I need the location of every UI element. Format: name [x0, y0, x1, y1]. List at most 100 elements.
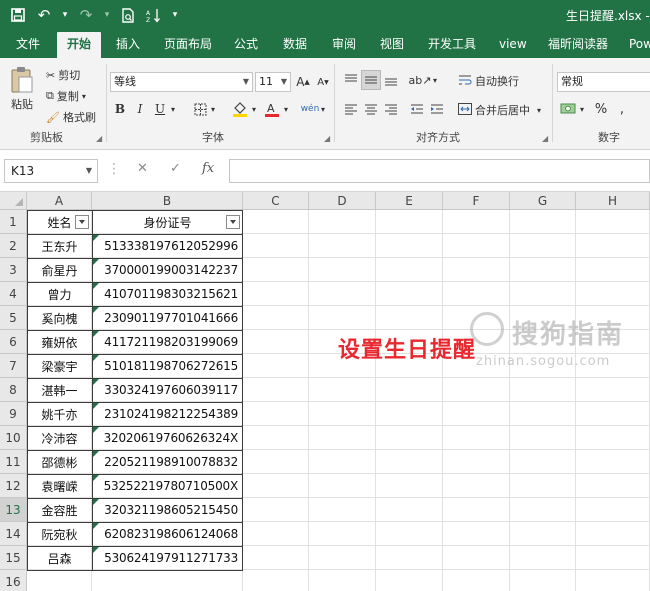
name-cell[interactable]: 王东升 [27, 234, 92, 258]
merge-dropdown-icon[interactable]: ▾ [537, 106, 541, 115]
column-header-d[interactable]: D [309, 192, 376, 210]
tab-page-layout[interactable]: 页面布局 [164, 30, 212, 58]
id-number-cell[interactable]: 231024198212254389 [92, 402, 243, 426]
clipboard-launcher-icon[interactable]: ◢ [96, 134, 102, 143]
undo-dropdown-icon[interactable]: ▾ [60, 5, 70, 25]
id-number-cell[interactable]: 530624197911271733 [92, 546, 243, 570]
tab-developer[interactable]: 开发工具 [428, 30, 476, 58]
percent-button[interactable]: % [591, 99, 611, 119]
name-cell[interactable]: 梁豪宇 [27, 354, 92, 378]
table-header-cell[interactable]: 身份证号 [92, 210, 243, 234]
id-number-cell[interactable]: 220521198910078832 [92, 450, 243, 474]
id-number-cell[interactable]: 510181198706272615 [92, 354, 243, 378]
tab-home[interactable]: 开始 [57, 32, 102, 58]
row-header-7[interactable]: 7 [0, 354, 27, 378]
copy-button[interactable]: ⧉ 复制 ▾ [46, 88, 86, 104]
select-all-corner[interactable] [0, 192, 27, 210]
alignment-launcher-icon[interactable]: ◢ [542, 134, 548, 143]
column-header-b[interactable]: B [92, 192, 243, 210]
tab-data[interactable]: 数据 [283, 30, 307, 58]
row-header-13[interactable]: 13 [0, 498, 27, 522]
orientation-dropdown-icon[interactable]: ▾ [430, 70, 440, 90]
bold-button[interactable]: B [110, 99, 130, 119]
worksheet-grid[interactable]: A B C D E F G H 1 2 3 4 5 6 7 8 9 10 11 12 13 14 15 16 姓名 身份证号 王东升… [0, 192, 650, 591]
column-header-c[interactable]: C [243, 192, 309, 210]
id-number-cell[interactable]: 620823198606124068 [92, 522, 243, 546]
italic-button[interactable]: I [130, 99, 150, 119]
filter-dropdown-icon[interactable] [226, 215, 240, 229]
tab-view[interactable]: 视图 [380, 30, 404, 58]
align-right-icon[interactable] [381, 99, 401, 119]
decrease-indent-icon[interactable] [407, 99, 427, 119]
id-number-cell[interactable]: 410701198303215621 [92, 282, 243, 306]
phonetic-guide-icon[interactable]: wén [300, 99, 320, 119]
row-header-9[interactable]: 9 [0, 402, 27, 426]
insert-function-icon[interactable]: fx [202, 161, 214, 176]
align-center-icon[interactable] [361, 99, 381, 119]
font-color-icon[interactable]: A [262, 99, 282, 119]
row-header-8[interactable]: 8 [0, 378, 27, 402]
name-cell[interactable]: 俞星丹 [27, 258, 92, 282]
copy-dropdown-icon[interactable]: ▾ [82, 92, 86, 101]
column-header-g[interactable]: G [510, 192, 576, 210]
currency-icon[interactable] [558, 99, 578, 119]
save-icon[interactable] [8, 5, 28, 25]
filter-dropdown-icon[interactable] [75, 215, 89, 229]
paste-button[interactable]: 粘贴 [10, 66, 34, 112]
number-format-combo[interactable]: 常规 [557, 72, 650, 92]
sort-icon[interactable]: AZ [144, 5, 164, 25]
align-left-icon[interactable] [341, 99, 361, 119]
comma-style-icon[interactable]: , [612, 99, 632, 119]
row-header-12[interactable]: 12 [0, 474, 27, 498]
column-header-e[interactable]: E [376, 192, 443, 210]
name-cell[interactable]: 邵德彬 [27, 450, 92, 474]
tab-power[interactable]: Pow [629, 30, 650, 58]
id-number-cell[interactable]: 330324197606039117 [92, 378, 243, 402]
row-header-2[interactable]: 2 [0, 234, 27, 258]
id-number-cell[interactable]: 230901197701041666 [92, 306, 243, 330]
borders-icon[interactable] [190, 99, 210, 119]
name-cell[interactable]: 曾力 [27, 282, 92, 306]
name-box-dropdown-icon[interactable]: ▼ [86, 160, 92, 182]
align-bottom-icon[interactable] [381, 70, 401, 90]
align-middle-icon[interactable] [361, 70, 381, 90]
phonetic-dropdown-icon[interactable]: ▾ [318, 99, 328, 119]
print-preview-icon[interactable] [118, 5, 138, 25]
tab-foxit-reader[interactable]: 福昕阅读器 [548, 30, 608, 58]
id-number-cell[interactable]: 32020619760626324X [92, 426, 243, 450]
fill-color-icon[interactable] [230, 99, 250, 119]
row-header-3[interactable]: 3 [0, 258, 27, 282]
id-number-cell[interactable]: 370000199003142237 [92, 258, 243, 282]
tab-insert[interactable]: 插入 [116, 30, 140, 58]
column-header-h[interactable]: H [576, 192, 650, 210]
name-cell[interactable]: 雍妍依 [27, 330, 92, 354]
id-number-cell[interactable]: 53252219780710500X [92, 474, 243, 498]
name-box[interactable]: K13 ▼ [4, 159, 98, 183]
underline-dropdown-icon[interactable]: ▾ [168, 99, 178, 119]
increase-font-icon[interactable]: A ▲ [293, 72, 313, 92]
row-header-10[interactable]: 10 [0, 426, 27, 450]
customize-toolbar-icon[interactable]: ▾ [170, 5, 180, 25]
format-painter-button[interactable]: 🖌 格式刷 [46, 109, 96, 125]
column-header-f[interactable]: F [443, 192, 510, 210]
row-header-14[interactable]: 14 [0, 522, 27, 546]
row-header-16[interactable]: 16 [0, 570, 27, 591]
name-cell[interactable]: 袁曙嵘 [27, 474, 92, 498]
id-number-cell[interactable]: 411721198203199069 [92, 330, 243, 354]
formula-input[interactable] [229, 159, 650, 183]
name-cell[interactable]: 冷沛容 [27, 426, 92, 450]
underline-button[interactable]: U [150, 99, 170, 119]
row-header-6[interactable]: 6 [0, 330, 27, 354]
font-size-combo[interactable]: 11 ▼ [255, 72, 291, 92]
undo-icon[interactable]: ↶ [34, 5, 54, 25]
decrease-font-icon[interactable]: A ▼ [313, 72, 333, 92]
name-cell[interactable]: 吕森 [27, 546, 92, 570]
font-size-dropdown-icon[interactable]: ▼ [281, 73, 287, 91]
tab-formulas[interactable]: 公式 [234, 30, 258, 58]
row-header-11[interactable]: 11 [0, 450, 27, 474]
tab-file[interactable]: 文件 [16, 30, 40, 58]
font-name-dropdown-icon[interactable]: ▼ [243, 73, 249, 91]
align-top-icon[interactable] [341, 70, 361, 90]
column-header-a[interactable]: A [27, 192, 92, 210]
wrap-text-button[interactable]: 自动换行 [458, 73, 519, 89]
